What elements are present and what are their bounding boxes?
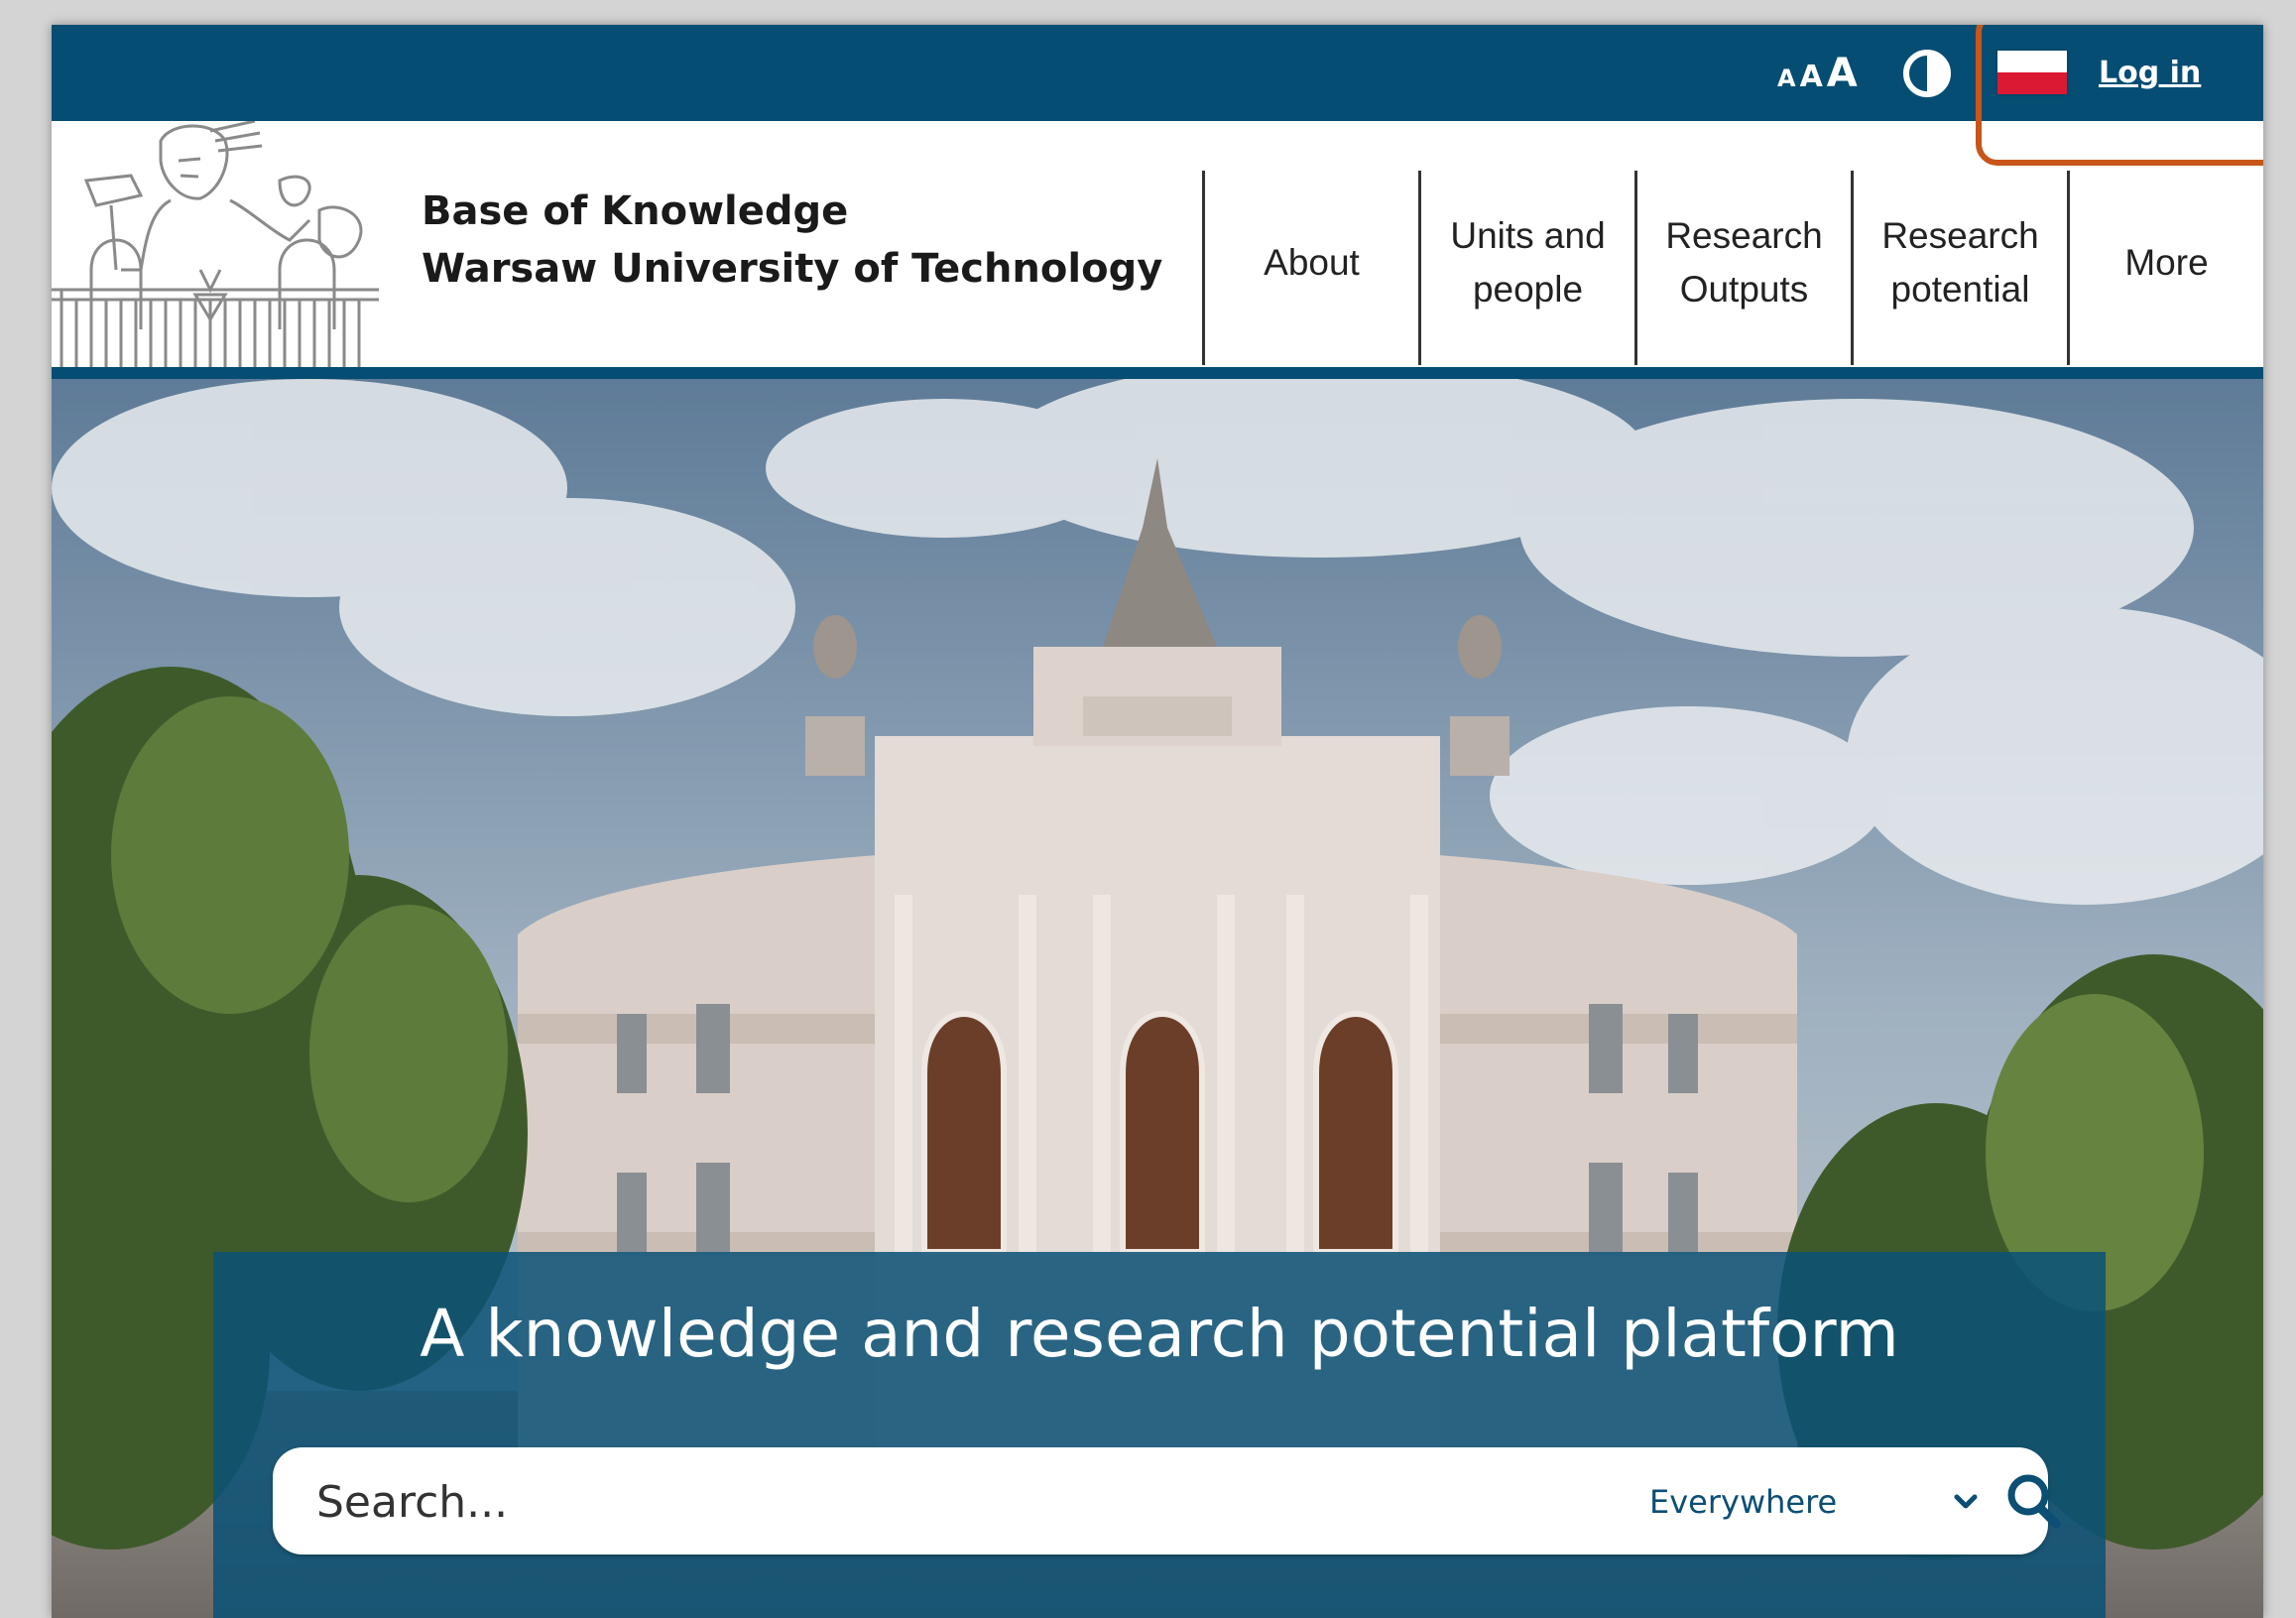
nav-more-label: More: [2124, 242, 2209, 283]
font-size-controls: AAA: [1777, 49, 1858, 98]
search-input[interactable]: [314, 1465, 1409, 1539]
chevron-down-icon[interactable]: [1949, 1481, 1983, 1521]
nav-potential-label-line2: potential: [1890, 269, 2030, 310]
nav-about[interactable]: About: [1202, 171, 1418, 365]
font-size-small-button[interactable]: A: [1777, 64, 1796, 92]
search-panel: A knowledge and research potential platf…: [213, 1252, 2106, 1618]
font-size-large-button[interactable]: A: [1827, 51, 1858, 96]
site-title[interactable]: Base of Knowledge Warsaw University of T…: [422, 183, 1162, 298]
site-header: Base of Knowledge Warsaw University of T…: [52, 119, 2263, 367]
font-size-medium-button[interactable]: A: [1800, 60, 1823, 94]
hero-banner: A knowledge and research potential platf…: [52, 379, 2263, 1618]
nav-potential-label-line1: Research: [1881, 215, 2039, 256]
university-logo[interactable]: [52, 119, 379, 367]
nav-research-potential[interactable]: Research potential: [1851, 171, 2067, 365]
nav-units-label-line1: Units and: [1450, 215, 1606, 256]
search-scope-select[interactable]: Everywhere: [1649, 1477, 1837, 1527]
nav-more[interactable]: More: [2067, 171, 2263, 365]
nav-units-label-line2: people: [1472, 269, 1584, 310]
site-title-line2: Warsaw University of Technology: [422, 246, 1163, 292]
nav-research-outputs[interactable]: Research Outputs: [1634, 171, 1851, 365]
login-highlight-box: [1976, 25, 2263, 166]
nav-about-label: About: [1264, 242, 1360, 283]
hero-tagline: A knowledge and research potential platf…: [420, 1296, 1899, 1372]
nav-outputs-label-line2: Outputs: [1679, 269, 1809, 310]
browser-page: AAA Log in Base of Knowledge Warsaw Univ…: [52, 25, 2263, 1618]
contrast-icon[interactable]: [1902, 49, 1952, 98]
header-divider: [52, 367, 2263, 379]
site-title-line1: Base of Knowledge: [422, 188, 849, 234]
nav-outputs-label-line1: Research: [1665, 215, 1823, 256]
search-icon[interactable]: [2004, 1471, 2062, 1531]
top-utility-bar: AAA Log in: [52, 25, 2263, 121]
nav-units-and-people[interactable]: Units and people: [1418, 171, 1634, 365]
search-bar: Everywhere: [273, 1447, 2061, 1555]
